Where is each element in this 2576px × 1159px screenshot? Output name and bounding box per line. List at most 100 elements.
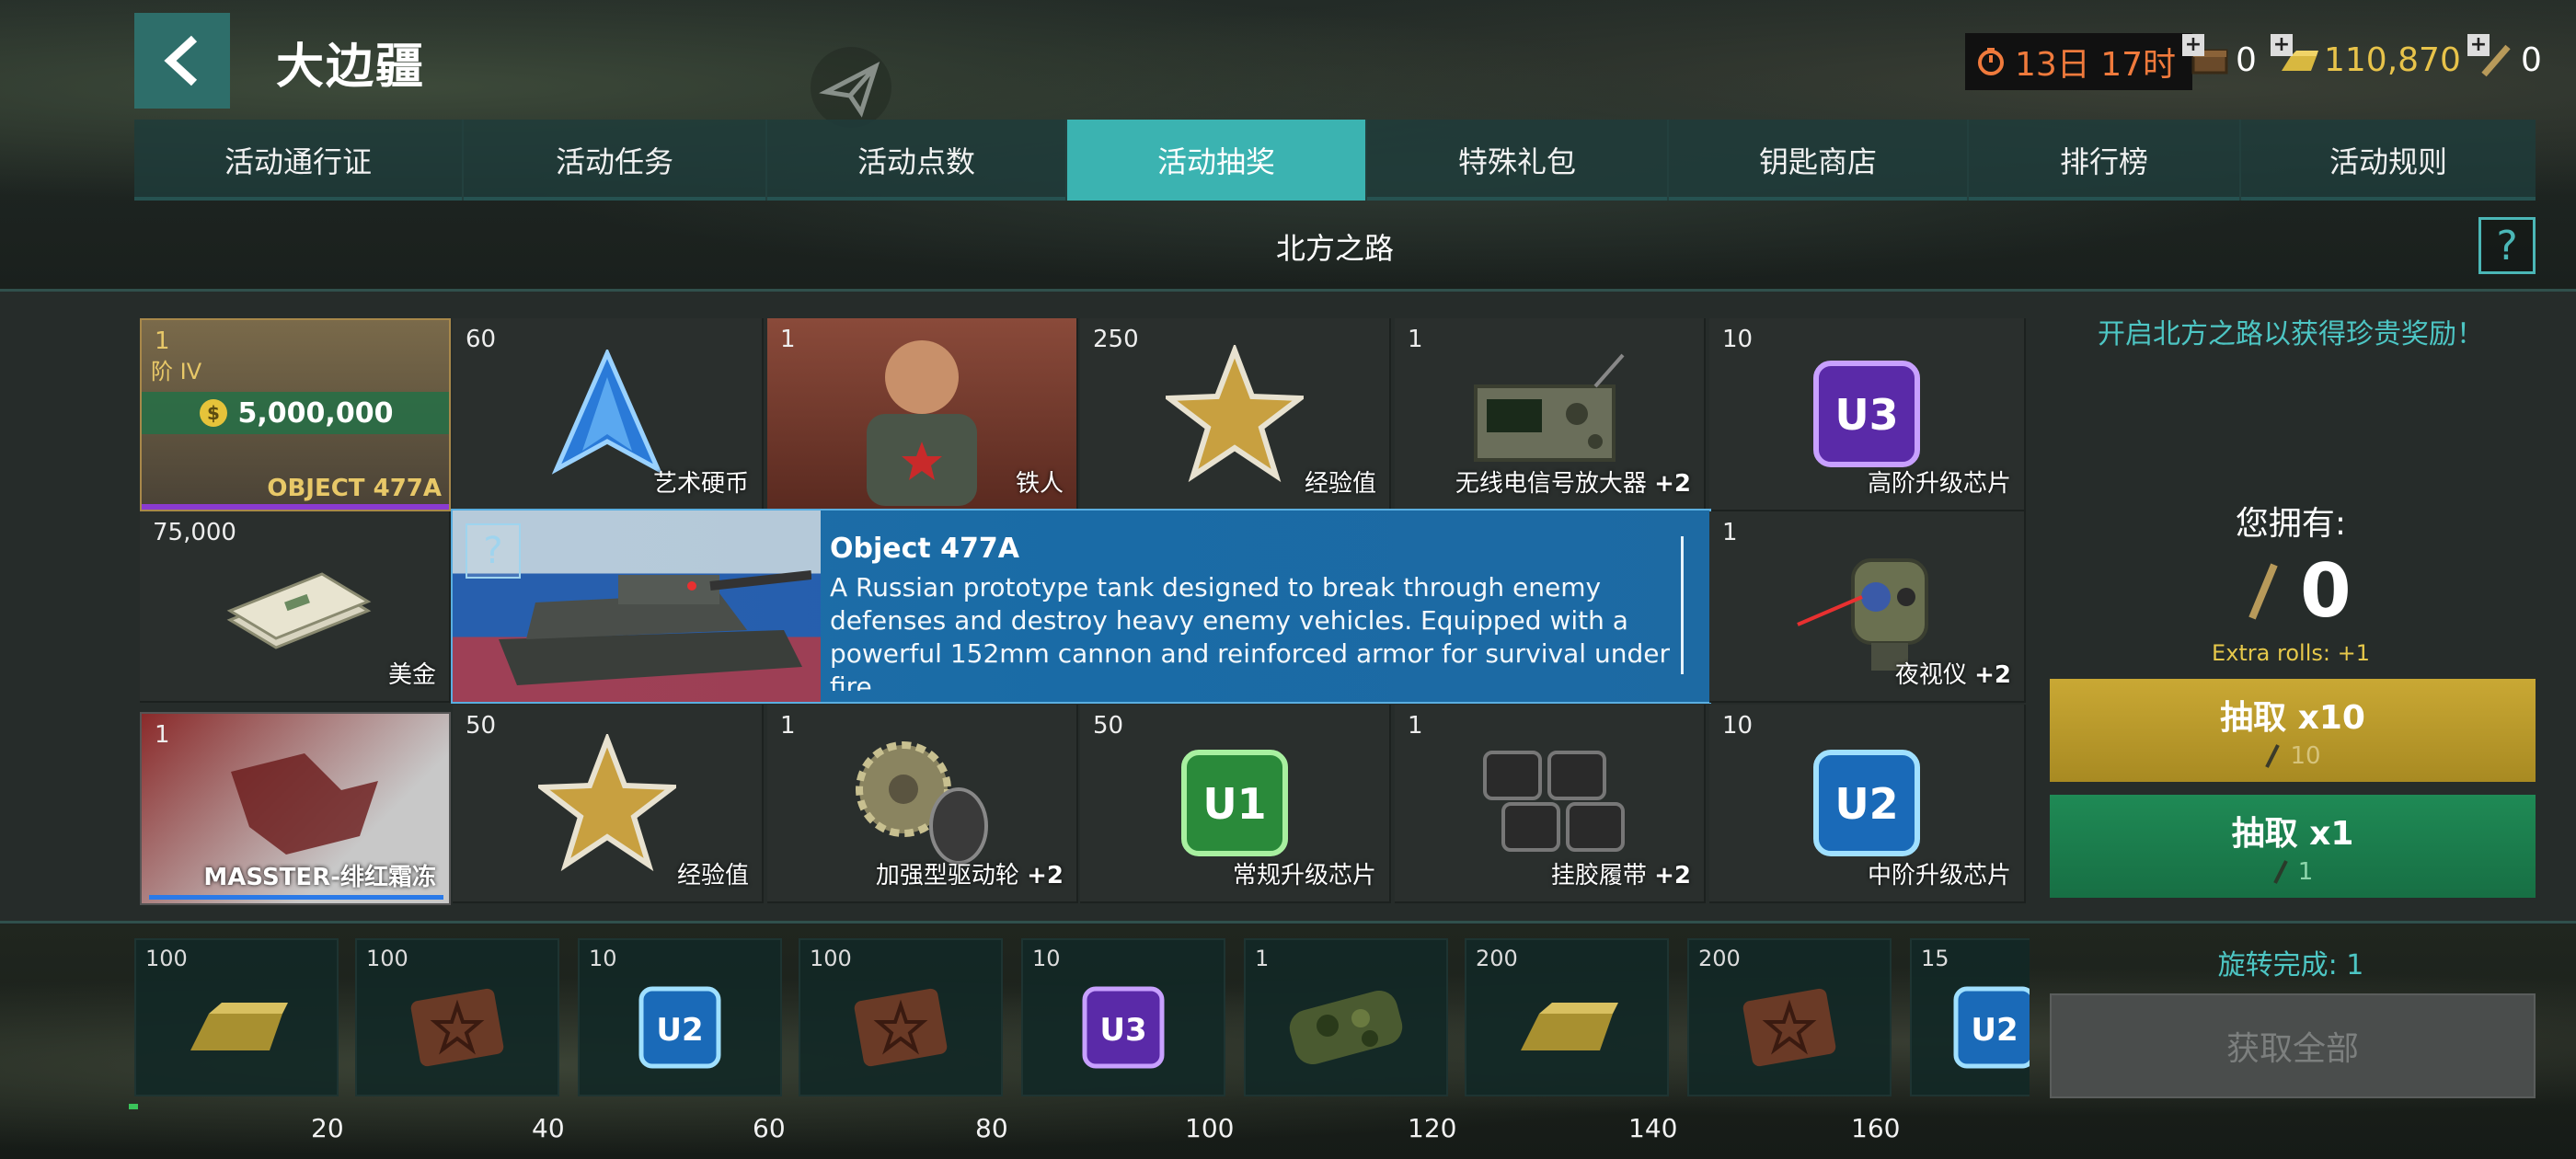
- owned-value-group: 0: [2245, 548, 2352, 634]
- spins-completed: 旋转完成: 1: [2217, 949, 2364, 981]
- feature-info-button[interactable]: ?: [466, 523, 521, 579]
- leather-star-icon: [800, 958, 1001, 1096]
- back-button[interactable]: [134, 13, 230, 109]
- tab-key-shop[interactable]: 钥匙商店: [1669, 120, 1969, 201]
- reward-night-vision[interactable]: 1 夜视仪 +2: [1709, 511, 2026, 703]
- reward-label: 美金: [387, 661, 436, 689]
- tab-event-rules[interactable]: 活动规则: [2241, 120, 2536, 201]
- page-title: 大边疆: [276, 40, 426, 95]
- crate-icon: +: [2182, 34, 2230, 80]
- reward-tank-object477a[interactable]: 1 阶 IV $ 5,000,000 OBJECT 477A: [140, 318, 451, 511]
- bullet-amount: 0: [2521, 40, 2542, 79]
- reward-u1-chip[interactable]: U1 50 常规升级芯片: [1080, 705, 1391, 903]
- tab-event-tasks[interactable]: 活动任务: [464, 120, 767, 201]
- reward-art-coin[interactable]: 60 艺术硬币: [453, 318, 764, 511]
- section-subtitle: 北方之路: [1275, 231, 1394, 266]
- milestone-reward[interactable]: 200: [1465, 938, 1669, 1096]
- draw-x1-button[interactable]: 抽取 x1 1: [2050, 795, 2536, 898]
- u2-chip-icon: U2: [580, 958, 780, 1096]
- reward-label-text: 无线电信号放大器: [1455, 470, 1647, 498]
- resource-bullet[interactable]: + 0: [2467, 28, 2542, 92]
- reward-qty: 60: [466, 326, 497, 353]
- draw-x1-label: 抽取 x1: [2231, 815, 2354, 853]
- svg-text:U1: U1: [1202, 779, 1266, 829]
- reward-xp-small[interactable]: 50 经验值: [453, 705, 764, 903]
- claim-all-button[interactable]: 获取全部: [2050, 993, 2536, 1098]
- description-scrollbar[interactable]: [1681, 536, 1684, 674]
- reward-qty: 1: [1408, 712, 1423, 740]
- reward-qty: 1: [155, 327, 170, 355]
- milestone-mark: 160: [1851, 1113, 1901, 1143]
- event-timer: 13日 17时: [1965, 33, 2193, 90]
- resource-crate[interactable]: + 0: [2182, 28, 2257, 92]
- milestone-mark: 80: [975, 1113, 1008, 1143]
- reward-xp[interactable]: 250 经验值: [1080, 318, 1391, 511]
- reward-cash[interactable]: 75,000 美金: [140, 511, 451, 703]
- milestone-mark: 140: [1628, 1113, 1678, 1143]
- reward-camo-skin[interactable]: 1 MASSTER-绯红霜冻: [140, 712, 451, 905]
- leather-star-icon: [1689, 958, 1890, 1096]
- reward-u3-chip[interactable]: U3 10 高阶升级芯片: [1709, 318, 2026, 511]
- dollar-coin-icon: $: [199, 399, 227, 427]
- resource-gold[interactable]: + 110,870: [2271, 28, 2461, 92]
- reward-label-text: 加强型驱动轮: [875, 862, 1019, 889]
- milestone-mark: 100: [1185, 1113, 1235, 1143]
- milestone-reward[interactable]: 100: [134, 938, 339, 1096]
- svg-text:U2: U2: [1834, 779, 1898, 829]
- milestone-qty: 10: [1032, 946, 1061, 971]
- reward-qty: 1: [780, 326, 796, 353]
- milestone-track[interactable]: 100 100 U2 10 100 U3 10 1 200 200 U2 15: [134, 938, 2030, 1102]
- reward-qty: 1: [1722, 519, 1738, 546]
- featured-tank-panel[interactable]: ? Object 477A A Russian prototype tank d…: [451, 509, 1711, 704]
- tab-special-packs[interactable]: 特殊礼包: [1367, 120, 1669, 201]
- milestone-qty: 200: [1476, 946, 1518, 971]
- draw-x10-button[interactable]: 抽取 x10 10: [2050, 679, 2536, 782]
- tab-event-pass[interactable]: 活动通行证: [134, 120, 464, 201]
- reward-iron-man[interactable]: 1 铁人: [767, 318, 1078, 511]
- milestone-qty: 15: [1921, 946, 1949, 971]
- reward-label: 经验值: [676, 862, 749, 889]
- reward-u2-chip[interactable]: U2 10 中阶升级芯片: [1709, 705, 2026, 903]
- bullet-icon: [2265, 744, 2281, 768]
- draw-x10-cost: 10: [2264, 742, 2321, 770]
- reward-qty: 10: [1722, 712, 1754, 740]
- milestone-reward[interactable]: 1: [1244, 938, 1448, 1096]
- milestone-reward[interactable]: 100: [799, 938, 1003, 1096]
- milestone-qty: 100: [145, 946, 188, 971]
- promo-text: 开启北方之路以获得珍贵奖励！: [2098, 318, 2484, 350]
- svg-text:U3: U3: [1834, 390, 1898, 440]
- milestone-reward[interactable]: U2 10: [578, 938, 782, 1096]
- reward-label: MASSTER-绯红霜冻: [203, 864, 436, 891]
- reward-label: 艺术硬币: [652, 470, 749, 498]
- reward-label-text: 挂胶履带: [1550, 862, 1647, 889]
- reward-label: 经验值: [1304, 470, 1376, 498]
- reward-rubber-track[interactable]: 1 挂胶履带 +2: [1395, 705, 1706, 903]
- milestone-mark: 40: [532, 1113, 565, 1143]
- milestone-reward[interactable]: 100: [355, 938, 559, 1096]
- extra-rolls: Extra rolls: +1: [2212, 640, 2370, 666]
- leather-star-icon: [357, 958, 558, 1096]
- tab-bar: 活动通行证 活动任务 活动点数 活动抽奖 特殊礼包 钥匙商店 排行榜 活动规则: [134, 120, 2536, 201]
- owned-label: 您拥有:: [2235, 505, 2347, 543]
- crate-amount: 0: [2236, 40, 2257, 79]
- tab-leaderboard[interactable]: 排行榜: [1969, 120, 2241, 201]
- reward-radio-amplifier[interactable]: 1 无线电信号放大器 +2: [1395, 318, 1706, 511]
- tab-event-points[interactable]: 活动点数: [767, 120, 1067, 201]
- reward-drive-wheel[interactable]: 1 加强型驱动轮 +2: [767, 705, 1078, 903]
- help-button[interactable]: ?: [2478, 217, 2536, 274]
- gold-bar-icon: +: [2271, 34, 2318, 80]
- rarity-bar: [149, 895, 443, 900]
- milestone-reward[interactable]: 200: [1687, 938, 1892, 1096]
- milestone-mark: 120: [1408, 1113, 1457, 1143]
- tab-event-lottery[interactable]: 活动抽奖: [1067, 120, 1367, 201]
- tank-tier: 阶 IV: [151, 359, 202, 384]
- svg-text:U2: U2: [656, 1012, 703, 1049]
- reward-label: 挂胶履带 +2: [1551, 856, 1691, 890]
- milestone-reward[interactable]: U3 10: [1021, 938, 1225, 1096]
- reward-qty: 1: [780, 712, 796, 740]
- draw-x1-cost-value: 1: [2297, 858, 2314, 886]
- milestone-qty: 100: [366, 946, 408, 971]
- reward-label: 常规升级芯片: [1232, 862, 1376, 889]
- milestone-reward[interactable]: U2 15: [1910, 938, 2030, 1096]
- milestone-mark: 20: [311, 1113, 344, 1143]
